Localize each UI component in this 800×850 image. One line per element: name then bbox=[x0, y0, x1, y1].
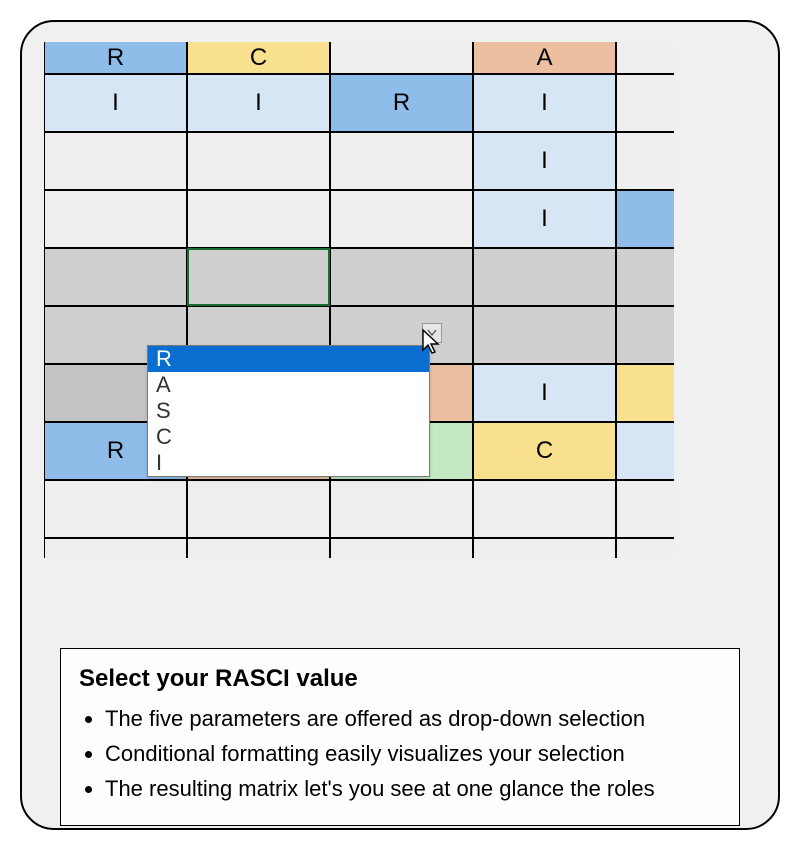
grid-cell[interactable]: C bbox=[187, 42, 330, 74]
grid-cell[interactable] bbox=[616, 248, 674, 306]
grid-cell[interactable]: I bbox=[473, 190, 616, 248]
grid-cell[interactable]: A bbox=[473, 42, 616, 74]
grid-cell[interactable] bbox=[616, 132, 674, 190]
grid-cell[interactable] bbox=[44, 248, 187, 306]
grid-cell[interactable] bbox=[187, 190, 330, 248]
grid-cell[interactable] bbox=[473, 248, 616, 306]
grid-cell[interactable]: I bbox=[473, 74, 616, 132]
grid-cell[interactable] bbox=[187, 132, 330, 190]
grid-cell[interactable]: I bbox=[187, 74, 330, 132]
card: RCAIIRIIIAIRASC RASCI Select your RASCI … bbox=[20, 20, 780, 830]
chevron-down-icon bbox=[427, 329, 437, 337]
grid-cell[interactable] bbox=[44, 538, 187, 558]
caption-bullet: The resulting matrix let's you see at on… bbox=[105, 771, 721, 806]
grid-cell[interactable] bbox=[330, 132, 473, 190]
dropdown-list: RASCI bbox=[147, 345, 430, 477]
grid-cell[interactable] bbox=[44, 480, 187, 538]
grid-cell[interactable] bbox=[44, 132, 187, 190]
grid-cell[interactable] bbox=[616, 306, 674, 364]
caption-title: Select your RASCI value bbox=[79, 665, 721, 693]
rasci-dropdown: RASCI bbox=[147, 345, 430, 477]
caption-bullet: Conditional formatting easily visualizes… bbox=[105, 736, 721, 771]
grid-cell[interactable] bbox=[473, 306, 616, 364]
grid-cell[interactable] bbox=[330, 248, 473, 306]
grid-cell[interactable]: R bbox=[330, 74, 473, 132]
dropdown-option-i[interactable]: I bbox=[148, 450, 429, 476]
spreadsheet-area: RCAIIRIIIAIRASC RASCI bbox=[44, 42, 756, 612]
grid-cell[interactable] bbox=[616, 190, 674, 248]
grid-cell[interactable] bbox=[187, 480, 330, 538]
dropdown-option-s[interactable]: S bbox=[148, 398, 429, 424]
grid-cell[interactable] bbox=[473, 480, 616, 538]
dropdown-option-a[interactable]: A bbox=[148, 372, 429, 398]
grid-cell[interactable]: I bbox=[473, 132, 616, 190]
grid-cell[interactable]: I bbox=[44, 74, 187, 132]
grid-cell[interactable] bbox=[330, 480, 473, 538]
dropdown-trigger-button[interactable] bbox=[422, 323, 442, 343]
caption-box: Select your RASCI value The five paramet… bbox=[60, 648, 740, 826]
grid-cell[interactable] bbox=[616, 538, 674, 558]
grid-cell[interactable] bbox=[44, 190, 187, 248]
grid-cell[interactable] bbox=[187, 538, 330, 558]
caption-list: The five parameters are offered as drop-… bbox=[79, 701, 721, 807]
dropdown-option-c[interactable]: C bbox=[148, 424, 429, 450]
grid-cell[interactable]: R bbox=[44, 42, 187, 74]
dropdown-option-r[interactable]: R bbox=[148, 346, 429, 372]
grid-cell[interactable]: I bbox=[473, 364, 616, 422]
grid-cell[interactable] bbox=[187, 248, 330, 306]
grid-cell[interactable]: C bbox=[473, 422, 616, 480]
grid-cell[interactable] bbox=[616, 364, 674, 422]
grid-cell[interactable] bbox=[330, 538, 473, 558]
grid-cell[interactable] bbox=[473, 538, 616, 558]
grid-cell[interactable] bbox=[616, 480, 674, 538]
grid-cell[interactable] bbox=[616, 74, 674, 132]
rasci-grid: RCAIIRIIIAIRASC bbox=[44, 42, 756, 558]
grid-cell[interactable] bbox=[330, 42, 473, 74]
grid-cell[interactable] bbox=[330, 190, 473, 248]
grid-cell[interactable] bbox=[616, 422, 674, 480]
grid-cell[interactable] bbox=[616, 42, 674, 74]
caption-bullet: The five parameters are offered as drop-… bbox=[105, 701, 721, 736]
